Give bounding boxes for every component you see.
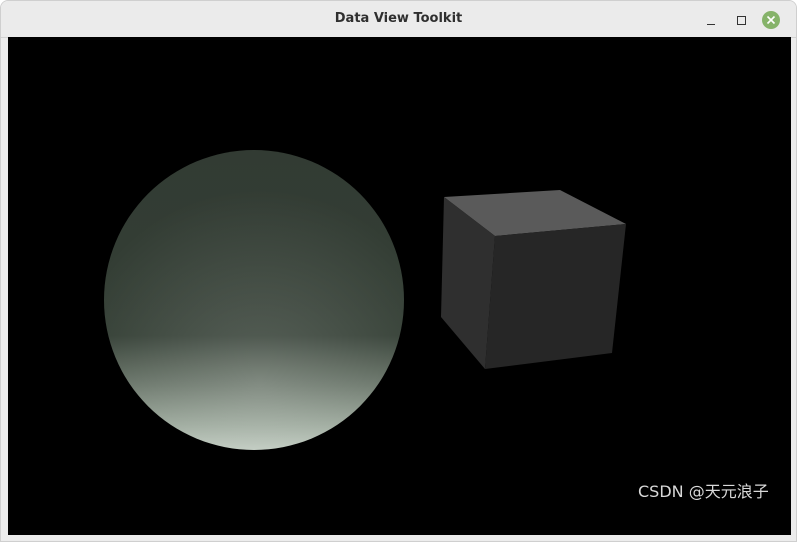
close-icon (762, 11, 780, 29)
maximize-button[interactable] (731, 10, 751, 30)
minimize-button[interactable] (701, 10, 721, 30)
render-viewport[interactable] (8, 37, 791, 535)
app-window: Data View Toolkit CSDN @天元浪子 (0, 0, 797, 542)
titlebar[interactable]: Data View Toolkit (1, 1, 796, 38)
watermark-text: CSDN @天元浪子 (638, 482, 769, 501)
minimize-icon (707, 24, 715, 25)
maximize-icon (737, 16, 746, 25)
cube (441, 190, 626, 369)
window-title: Data View Toolkit (334, 11, 463, 26)
close-button[interactable] (761, 10, 781, 30)
scene-svg (104, 150, 626, 450)
sphere (104, 150, 404, 450)
